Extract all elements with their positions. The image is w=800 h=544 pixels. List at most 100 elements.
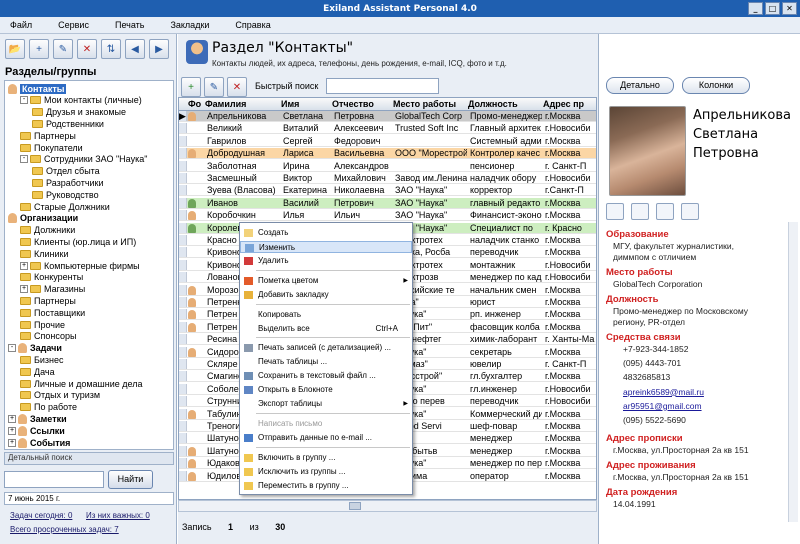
tree-item[interactable]: Руководство <box>32 189 99 200</box>
col-firstname[interactable]: Имя <box>281 99 299 109</box>
tree-item[interactable]: Партнеры <box>20 130 76 141</box>
table-row[interactable]: Гаврилов Сергей Федорович Системный админ г.… <box>179 135 596 147</box>
find-button[interactable]: Найти <box>108 470 153 489</box>
detail-scrollbar[interactable] <box>788 222 798 522</box>
expand-icon[interactable]: + <box>8 426 16 435</box>
edit-folder-icon[interactable]: ✎ <box>53 39 73 59</box>
delete-record-icon[interactable]: ✕ <box>227 77 247 97</box>
tree-item[interactable]: + Заметки <box>8 413 67 424</box>
col-address[interactable]: Адрес пр <box>543 99 584 109</box>
scroll-thumb[interactable] <box>349 502 361 510</box>
menu-service[interactable]: Сервис <box>54 20 93 30</box>
tree-item[interactable]: Партнеры <box>20 295 76 306</box>
tree-item[interactable]: Покупатели <box>20 142 83 153</box>
tree-item[interactable]: Клиенты (юр.лица и ИП) <box>20 236 136 247</box>
open-icon[interactable]: 📂 <box>5 39 25 59</box>
table-row[interactable]: Заболотная Ирина Александров пенсионер г. Са… <box>179 160 596 172</box>
tree-item[interactable]: - Мои контакты (личные) <box>20 95 142 106</box>
new-folder-icon[interactable]: + <box>29 39 49 59</box>
tasks-today-link[interactable]: Задач сегодня: 0 <box>10 511 72 520</box>
tree-item[interactable]: Должники <box>20 225 75 236</box>
tree-item[interactable]: По работе <box>20 402 77 413</box>
collapse-icon[interactable]: - <box>20 155 28 164</box>
context-menu-item[interactable]: Отправить данные по e-mail ... <box>240 432 412 444</box>
context-menu-item[interactable]: Удалить <box>240 255 412 267</box>
add-record-icon[interactable]: + <box>181 77 201 97</box>
menu-print[interactable]: Печать <box>111 20 148 30</box>
collapse-icon[interactable]: - <box>20 96 28 105</box>
col-position[interactable]: Должность <box>468 99 518 109</box>
col-workplace[interactable]: Место работы <box>393 99 456 109</box>
context-menu-item[interactable]: Сохранить в текстовый файл ... <box>240 370 412 382</box>
tree-item[interactable]: + Магазины <box>20 284 85 295</box>
tree-item[interactable]: + События <box>8 437 70 448</box>
tab-detail[interactable]: Детально <box>606 77 674 94</box>
notes-icon[interactable] <box>681 203 699 220</box>
sort-icon[interactable]: ⇅ <box>101 39 121 59</box>
table-row[interactable]: Иванов Василий Петрович ЗАО "Наука" главный … <box>179 197 596 209</box>
card-icon[interactable] <box>606 203 624 220</box>
tree-item[interactable]: Друзья и знакомые <box>32 107 126 118</box>
context-menu-item[interactable]: Создать <box>240 227 412 239</box>
collapse-icon[interactable]: - <box>8 344 16 353</box>
context-menu-item[interactable]: Переместить в группу ... <box>240 480 412 492</box>
expand-icon[interactable]: + <box>20 285 28 294</box>
tree-item[interactable]: - Задачи <box>8 343 62 354</box>
table-row[interactable]: Великий Виталий Алексеевич Trusted Soft Inc… <box>179 123 596 135</box>
email-link[interactable]: apreink6589@mail.ru <box>623 387 704 397</box>
tree-item[interactable]: Конкуренты <box>20 272 83 283</box>
table-row[interactable]: Засмешный Виктор Михайлович Завод им.Ленина… <box>179 173 596 184</box>
context-menu-item[interactable]: Печать таблицы ... <box>240 356 412 368</box>
delete-folder-icon[interactable]: ✕ <box>77 39 97 59</box>
email-link[interactable]: ar95951@gmail.com <box>623 401 702 411</box>
tree-item[interactable]: Поставщики <box>20 307 85 318</box>
tree-item[interactable]: Бизнес <box>20 354 64 365</box>
tree-item[interactable]: Отдел сбыта <box>32 166 100 177</box>
context-menu-item[interactable]: Выделить все Ctrl+A <box>240 323 412 335</box>
search-input[interactable] <box>4 471 104 488</box>
horizontal-scrollbar[interactable] <box>178 500 597 512</box>
table-row[interactable]: Добродушная Лариса Васильевна ООО "Морестро… <box>179 148 596 160</box>
tree-item[interactable]: Контакты <box>8 83 67 94</box>
tree-item[interactable]: + Компьютерные фирмы <box>20 260 140 271</box>
context-menu-item[interactable]: Печать записей (с детализацией) ... <box>240 342 412 354</box>
tree-item[interactable]: Личные и домашние дела <box>20 378 142 389</box>
tasks-overdue-link[interactable]: Всего просроченных задач: 7 <box>10 525 119 534</box>
context-menu-item[interactable]: Открыть в Блокноте <box>240 384 412 396</box>
menu-bookmarks[interactable]: Закладки <box>166 20 213 30</box>
tree-item[interactable]: Клиники <box>20 248 68 259</box>
close-button[interactable]: ✕ <box>782 2 797 15</box>
col-photo[interactable]: Фо <box>188 99 201 109</box>
detailed-search-toggle[interactable]: Детальный поиск <box>4 452 174 465</box>
maximize-button[interactable]: □ <box>765 2 780 15</box>
table-row[interactable]: Коробочкин Илья Ильич ЗАО "Наука" Финансист-… <box>179 210 596 222</box>
context-menu-item[interactable]: Копировать <box>240 309 412 321</box>
context-menu-item[interactable]: Добавить закладку <box>240 289 412 301</box>
context-menu-item[interactable]: Экспорт таблицы ▶ <box>240 398 412 410</box>
arrow-left-icon[interactable]: ◀ <box>125 39 145 59</box>
tree-item[interactable]: Дача <box>20 366 55 377</box>
col-lastname[interactable]: Фамилия <box>205 99 246 109</box>
menu-file[interactable]: Файл <box>6 20 36 30</box>
tree-item[interactable]: Старые Должники <box>20 201 110 212</box>
print-card-icon[interactable] <box>631 203 649 220</box>
arrow-right-icon[interactable]: ▶ <box>149 39 169 59</box>
expand-icon[interactable]: + <box>20 261 28 270</box>
tree-item[interactable]: + Ссылки <box>8 425 65 436</box>
quick-search-input[interactable] <box>326 78 439 94</box>
tree-item[interactable]: Спонсоры <box>20 331 76 342</box>
expand-icon[interactable]: + <box>8 438 16 447</box>
txt-icon[interactable] <box>656 203 674 220</box>
expand-icon[interactable]: + <box>8 414 16 423</box>
tree-item[interactable]: Разработчики <box>32 177 104 188</box>
context-menu-item[interactable]: Изменить <box>240 241 412 253</box>
context-menu-item[interactable]: Пометка цветом ▶ <box>240 275 412 287</box>
tree-item[interactable]: Организации <box>8 213 78 224</box>
menu-help[interactable]: Справка <box>231 20 274 30</box>
minimize-button[interactable]: _ <box>748 2 763 15</box>
table-row[interactable]: Зуева (Власова) Екатерина Николаевна ЗАО "Н… <box>179 185 596 197</box>
context-menu-item[interactable]: Включить в группу ... <box>240 452 412 464</box>
tree-item[interactable]: Отдых и туризм <box>20 390 100 401</box>
tree-item[interactable]: - Сотрудники ЗАО "Наука" <box>20 154 147 165</box>
table-row[interactable]: ▶ Апрельникова Светлана Петровна GlobalTech … <box>179 111 596 122</box>
